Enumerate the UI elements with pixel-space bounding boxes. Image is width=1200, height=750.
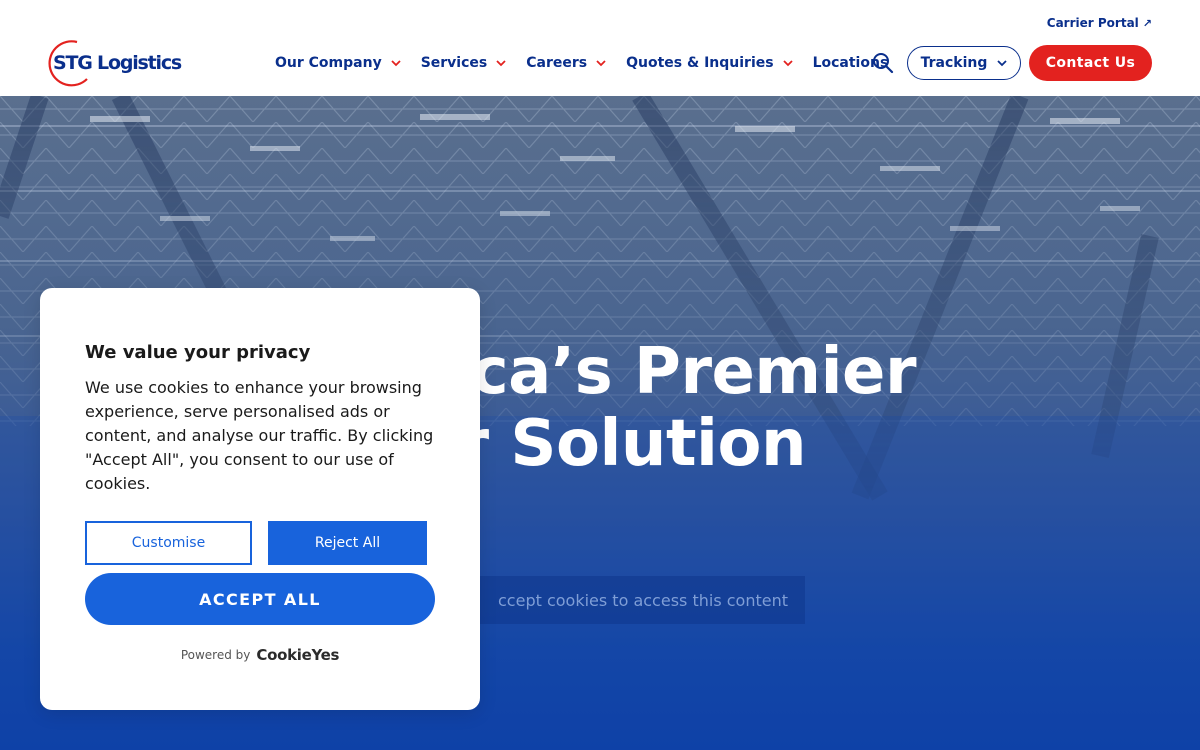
stg-logo[interactable]: STG Logistics [47,39,192,87]
cookie-modal-title: We value your privacy [85,342,311,363]
nav-item-services[interactable]: Services [421,55,507,71]
customise-button[interactable]: Customise [85,521,252,565]
cookie-modal-body: We use cookies to enhance your browsing … [85,378,434,493]
chevron-down-icon [596,60,606,67]
carrier-portal-label: Carrier Portal [1046,16,1139,30]
cookieyes-logo[interactable]: CookieYes [256,646,339,664]
reject-all-label: Reject All [314,535,381,551]
chevron-down-icon [782,60,793,67]
contact-us-label: Contact Us [1045,55,1136,71]
site-header: STG Logistics Carrier Portal ↗ Our Compa… [0,0,1200,96]
logo-text: STG Logistics [53,52,182,74]
nav-item-careers[interactable]: Careers [526,55,606,71]
contact-us-button[interactable]: Contact Us [1029,45,1152,81]
powered-by: Powered by CookieYes [40,646,480,664]
cookie-consent-modal: We value your privacy We use cookies to … [40,288,480,710]
accept-all-label: ACCEPT ALL [199,589,321,609]
nav-item-label: Services [420,55,488,71]
chevron-down-icon [997,60,1008,67]
tracking-label: Tracking [920,55,988,71]
tracking-button[interactable]: Tracking [907,46,1021,80]
powered-by-label: Powered by [180,648,251,662]
cookie-blocked-content-notice[interactable]: ccept cookies to access this content [450,576,805,624]
customise-label: Customise [131,535,206,551]
chevron-down-icon [391,60,401,67]
search-icon [873,53,894,74]
carrier-portal-link[interactable]: Carrier Portal ↗ [1047,16,1152,30]
nav-item-label: Quotes & Inquiries [626,55,774,71]
main-nav: Our Company Services Careers Quotes & In… [275,46,908,80]
external-arrow-icon: ↗ [1142,16,1152,30]
nav-item-our-company[interactable]: Our Company [275,55,401,71]
nav-item-quotes-inquiries[interactable]: Quotes & Inquiries [626,55,793,71]
accept-all-button[interactable]: ACCEPT ALL [85,573,435,625]
chevron-down-icon [496,60,506,67]
reject-all-button[interactable]: Reject All [268,521,427,565]
cookie-blocked-text: ccept cookies to access this content [498,590,788,610]
nav-item-label: Careers [526,55,588,71]
search-button[interactable] [872,52,894,74]
nav-item-label: Our Company [275,55,382,71]
